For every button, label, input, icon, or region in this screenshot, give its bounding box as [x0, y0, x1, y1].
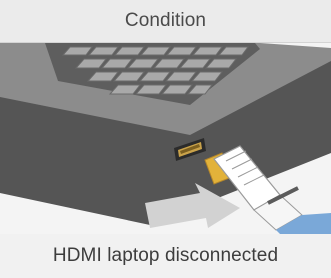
condition-card: Condition HDMI laptop disconnected	[0, 0, 331, 278]
caption-text: HDMI laptop disconnected	[52, 245, 279, 266]
hdmi-illustration	[0, 43, 331, 234]
status-caption: HDMI laptop disconnected	[0, 234, 331, 278]
card-title: Condition	[124, 10, 207, 31]
hdmi-laptop-disconnected-icon	[0, 43, 331, 234]
card-header: Condition	[0, 0, 331, 43]
